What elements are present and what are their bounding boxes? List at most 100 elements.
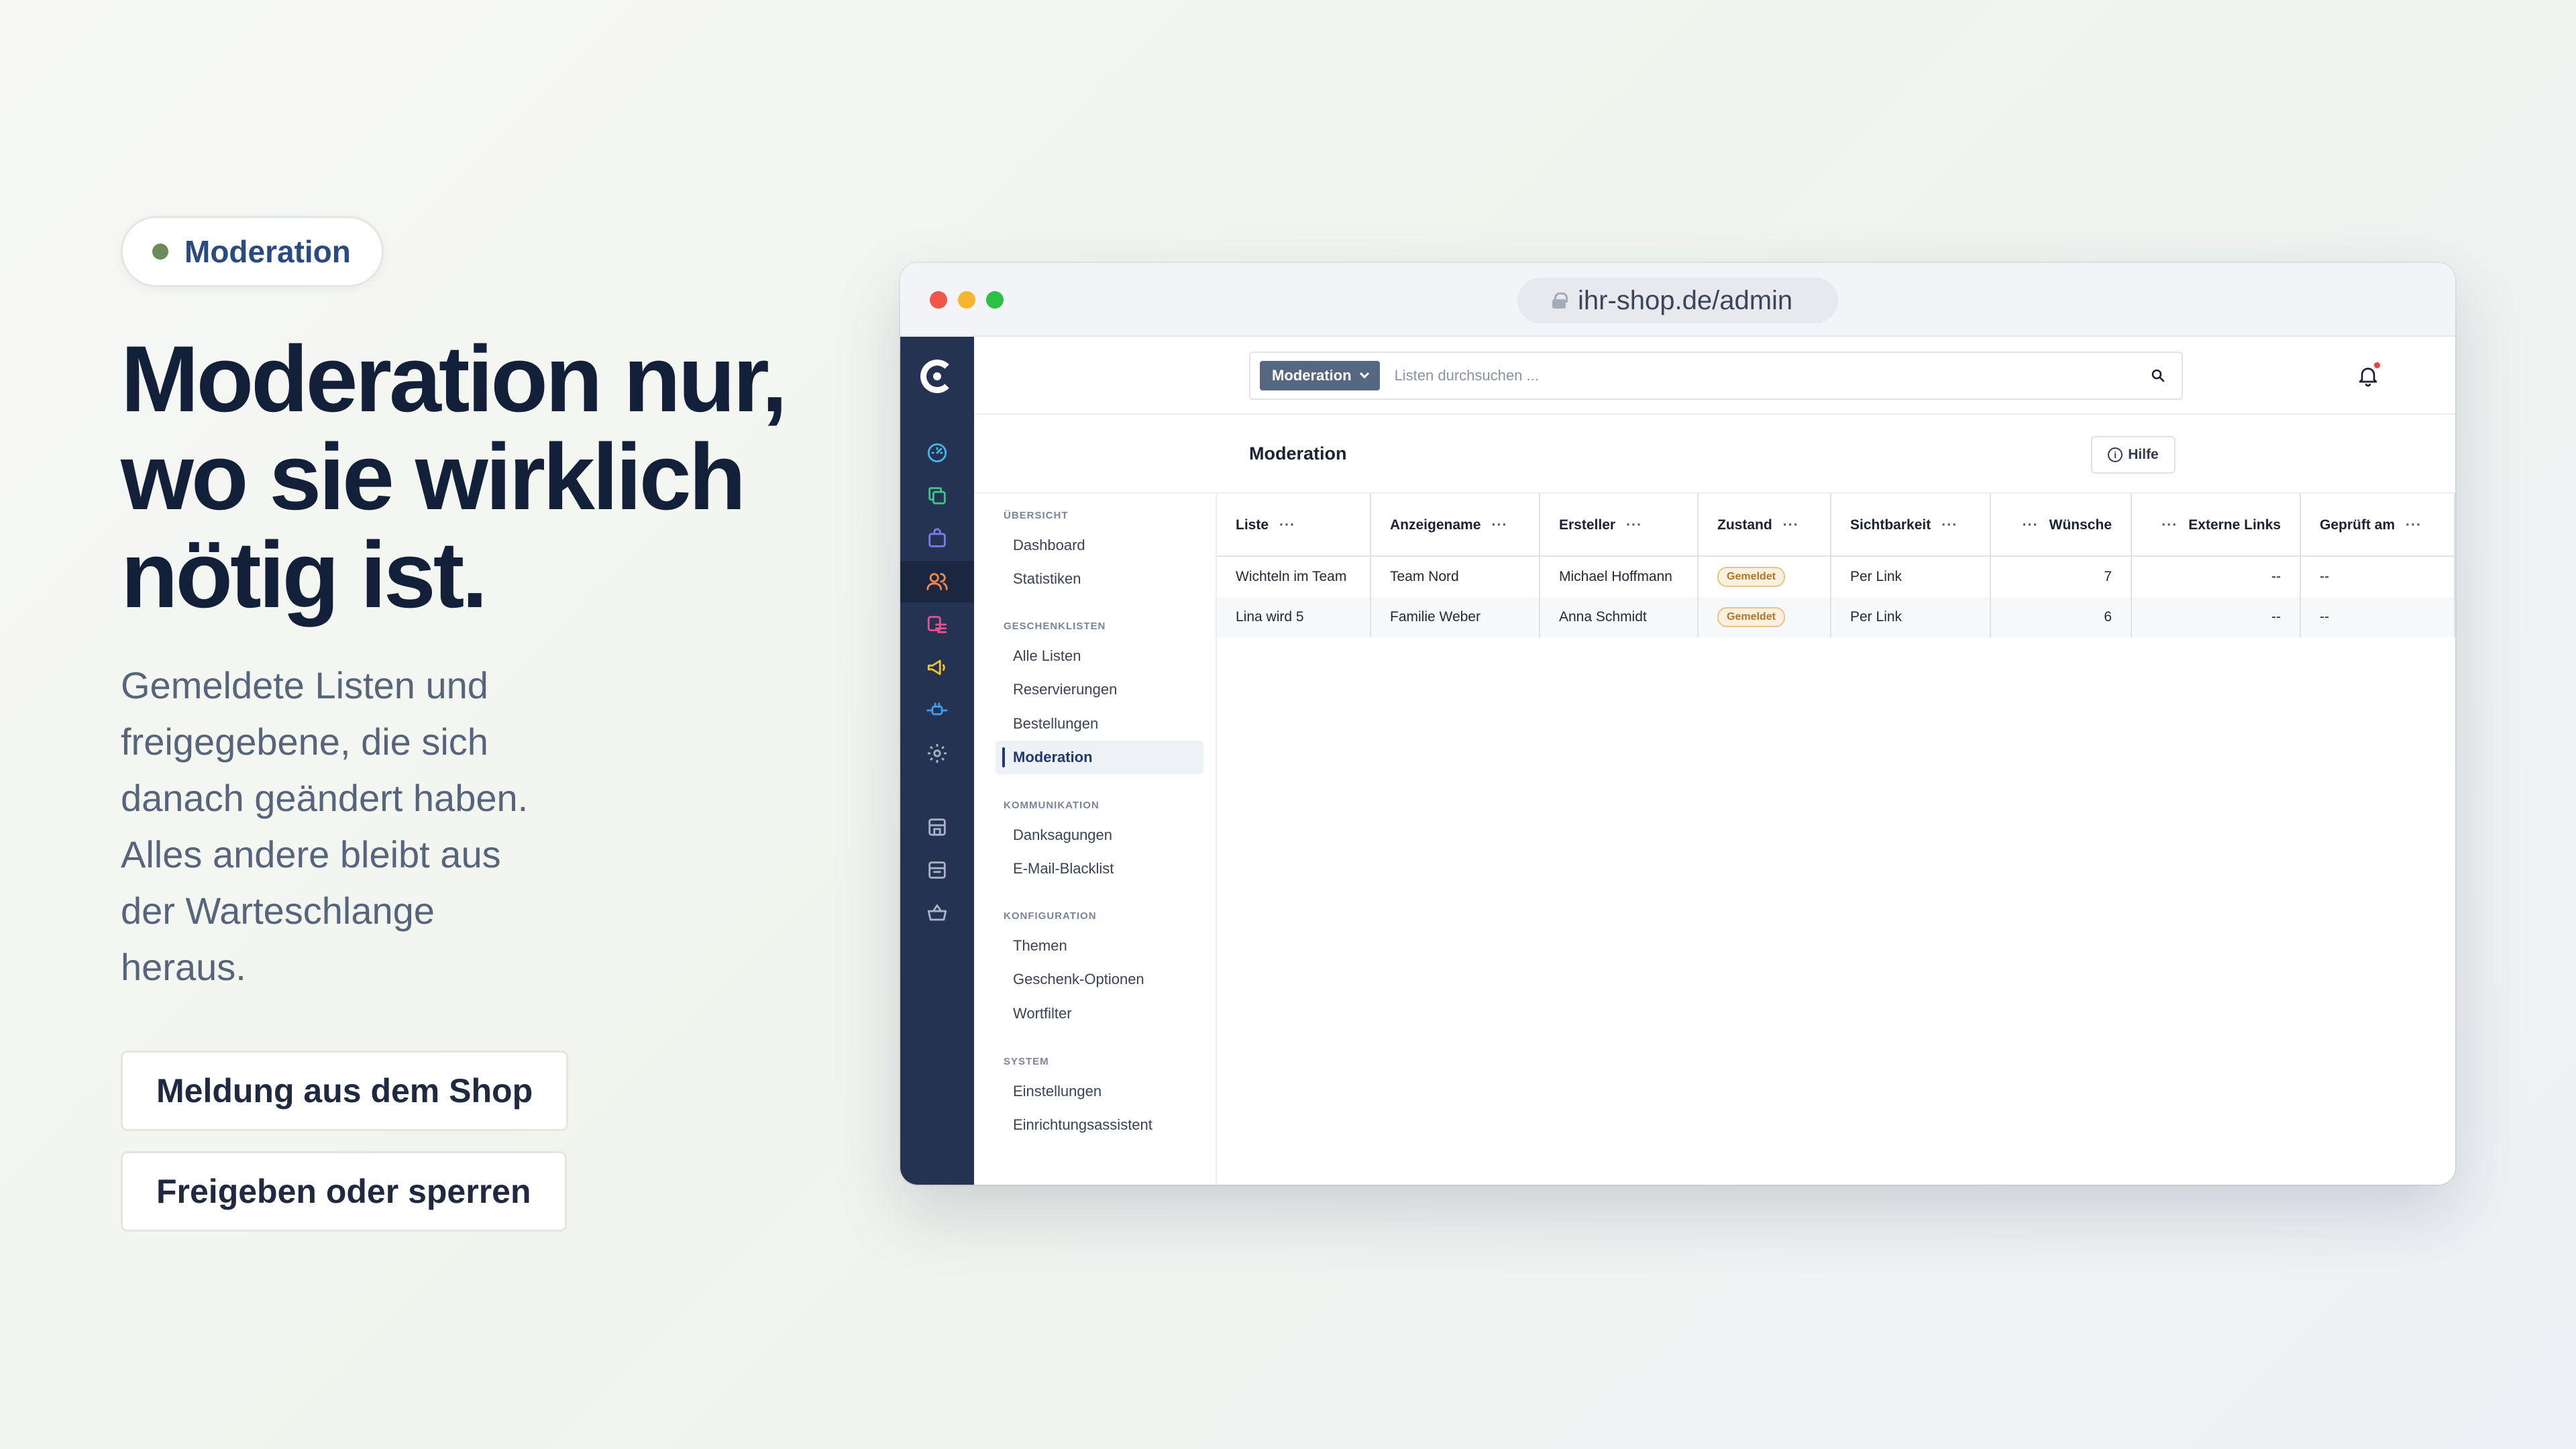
table-cell: Familie Weber <box>1371 597 1540 637</box>
table-cell: 7 <box>1991 557 2132 597</box>
rail-gear-icon[interactable] <box>900 733 974 774</box>
rail-list-icon[interactable] <box>900 604 974 645</box>
column-header[interactable]: Liste ··· <box>1217 494 1371 557</box>
rail-megaphone-icon[interactable] <box>900 647 974 688</box>
table-row[interactable]: Wichteln im Team Team Nord Michael Hoffm… <box>1217 557 2455 597</box>
nav-item-einstellungen[interactable]: Einstellungen <box>996 1075 1203 1108</box>
column-menu-icon[interactable]: ··· <box>1941 517 1957 533</box>
nav-item-statistiken[interactable]: Statistiken <box>996 562 1203 596</box>
rail-speedometer-icon[interactable] <box>900 432 974 474</box>
lead-line: Gemeldete Listen und <box>121 664 488 706</box>
lead-text: Gemeldete Listen und freigegebene, die s… <box>121 657 590 996</box>
table-cell: -- <box>2301 597 2455 637</box>
nav-item-einrichtungsassistent[interactable]: Einrichtungsassistent <box>996 1108 1203 1142</box>
table-cell: Lina wird 5 <box>1217 597 1371 637</box>
status-dot <box>152 244 168 260</box>
lead-line: freigegebene, die sich <box>121 720 488 763</box>
table-cell: Gemeldet <box>1699 557 1831 597</box>
nav-item-email-blacklist[interactable]: E-Mail-Blacklist <box>996 852 1203 885</box>
rail-store-icon[interactable] <box>900 806 974 848</box>
minimize-window-button[interactable] <box>958 291 975 309</box>
chevron-down-icon <box>1359 369 1369 379</box>
nav-item-reservierungen[interactable]: Reservierungen <box>996 673 1203 706</box>
column-header[interactable]: ··· Externe Links <box>2132 494 2301 557</box>
page-title: Moderation <box>1249 443 1347 464</box>
lead-line: Alles andere bleibt aus <box>121 833 501 875</box>
app-content: Moderation Moderation i Hilfe ÜBER <box>974 337 2455 1185</box>
search-bar: Moderation <box>1249 352 2183 400</box>
nav-item-wortfilter[interactable]: Wortfilter <box>996 997 1203 1030</box>
app-rail <box>900 337 974 1185</box>
rail-copy-icon[interactable] <box>900 475 974 517</box>
nav-group-title: SYSTEM <box>1004 1056 1049 1067</box>
nav-item-geschenk-optionen[interactable]: Geschenk-Optionen <box>996 963 1203 996</box>
column-header[interactable]: Zustand ··· <box>1699 494 1831 557</box>
moderation-table: Liste ··· Anzeigename ··· Ersteller ··· … <box>1217 494 2455 1185</box>
table-cell: Anna Schmidt <box>1540 597 1699 637</box>
search-scope-dropdown[interactable]: Moderation <box>1260 361 1380 390</box>
nav-item-danksagungen[interactable]: Danksagungen <box>996 818 1203 852</box>
column-menu-icon[interactable]: ··· <box>1279 517 1295 533</box>
rail-basket-icon[interactable] <box>900 892 974 934</box>
status-badge: Gemeldet <box>1717 567 1785 587</box>
notification-badge <box>2374 362 2380 368</box>
nav-item-alle-listen[interactable]: Alle Listen <box>996 639 1203 673</box>
table-cell: Michael Hoffmann <box>1540 557 1699 597</box>
table-cell: -- <box>2132 557 2301 597</box>
column-header[interactable]: Sichtbarkeit ··· <box>1831 494 1991 557</box>
column-menu-icon[interactable]: ··· <box>2406 517 2422 533</box>
nav-item-bestellungen[interactable]: Bestellungen <box>996 707 1203 741</box>
headline-line: Moderation nur, <box>121 326 788 431</box>
search-input[interactable] <box>1379 356 2135 396</box>
nav-item-themen[interactable]: Themen <box>996 929 1203 963</box>
rail-bag-icon[interactable] <box>900 518 974 559</box>
lock-icon <box>1552 292 1568 309</box>
lead-line: danach geändert haben. <box>121 777 529 819</box>
column-header[interactable]: Ersteller ··· <box>1540 494 1699 557</box>
status-badge: Gemeldet <box>1717 607 1785 627</box>
column-header-label: Liste <box>1236 517 1269 533</box>
headline-line: wo sie wirklich <box>121 424 746 529</box>
cta-report-button[interactable]: Meldung aus dem Shop <box>121 1051 569 1131</box>
app-logo-icon[interactable] <box>920 360 954 393</box>
column-header[interactable]: Geprüft am ··· <box>2301 494 2455 557</box>
nav-item-moderation[interactable]: Moderation <box>996 741 1203 774</box>
rail-users-icon[interactable] <box>900 561 974 602</box>
help-button[interactable]: i Hilfe <box>2091 436 2176 474</box>
browser-window: ihr-shop.de/admin Moderation Listen durc… <box>900 263 2455 1185</box>
column-menu-icon[interactable]: ··· <box>2023 517 2039 533</box>
nav-group-title: KONFIGURATION <box>1004 910 1097 922</box>
help-label: Hilfe <box>2128 447 2159 462</box>
nav-group-title: ÜBERSICHT <box>1004 510 1069 521</box>
column-menu-icon[interactable]: ··· <box>2161 517 2178 533</box>
notifications-button[interactable] <box>2356 362 2380 388</box>
table-cell: Gemeldet <box>1699 597 1831 637</box>
feature-pill: Moderation <box>121 216 384 287</box>
table-row[interactable]: Lina wird 5 Familie Weber Anna Schmidt G… <box>1217 597 2455 637</box>
maximize-window-button[interactable] <box>986 291 1004 309</box>
column-menu-icon[interactable]: ··· <box>1626 517 1642 533</box>
table-cell: -- <box>2301 557 2455 597</box>
column-header[interactable]: Anzeigename ··· <box>1371 494 1540 557</box>
column-menu-icon[interactable]: ··· <box>1491 517 1507 533</box>
rail-plug-icon[interactable] <box>900 690 974 731</box>
table-cell: Team Nord <box>1371 557 1540 597</box>
table-cell: Per Link <box>1831 557 1991 597</box>
url-text: ihr-shop.de/admin <box>1578 285 1793 315</box>
column-header[interactable]: ··· Wünsche <box>1991 494 2132 557</box>
pill-label: Moderation <box>184 234 351 269</box>
column-header-label: Wünsche <box>2049 517 2112 533</box>
cta-approve-button[interactable]: Freigeben oder sperren <box>121 1151 567 1232</box>
lead-line: heraus. <box>121 946 246 988</box>
secondary-nav: ÜBERSICHT Dashboard Statistiken GESCHENK… <box>974 494 1217 1185</box>
nav-item-dashboard[interactable]: Dashboard <box>996 529 1203 562</box>
browser-titlebar: ihr-shop.de/admin <box>900 263 2455 337</box>
address-bar[interactable]: ihr-shop.de/admin <box>1517 278 1838 323</box>
headline: Moderation nur, wo sie wirklich nötig is… <box>121 330 859 624</box>
nav-group-title: GESCHENKLISTEN <box>1004 621 1106 632</box>
close-window-button[interactable] <box>930 291 947 309</box>
lead-line: der Warteschlange <box>121 890 435 932</box>
rail-store-alt-icon[interactable] <box>900 849 974 891</box>
column-menu-icon[interactable]: ··· <box>1783 517 1799 533</box>
search-button[interactable] <box>2135 356 2182 396</box>
